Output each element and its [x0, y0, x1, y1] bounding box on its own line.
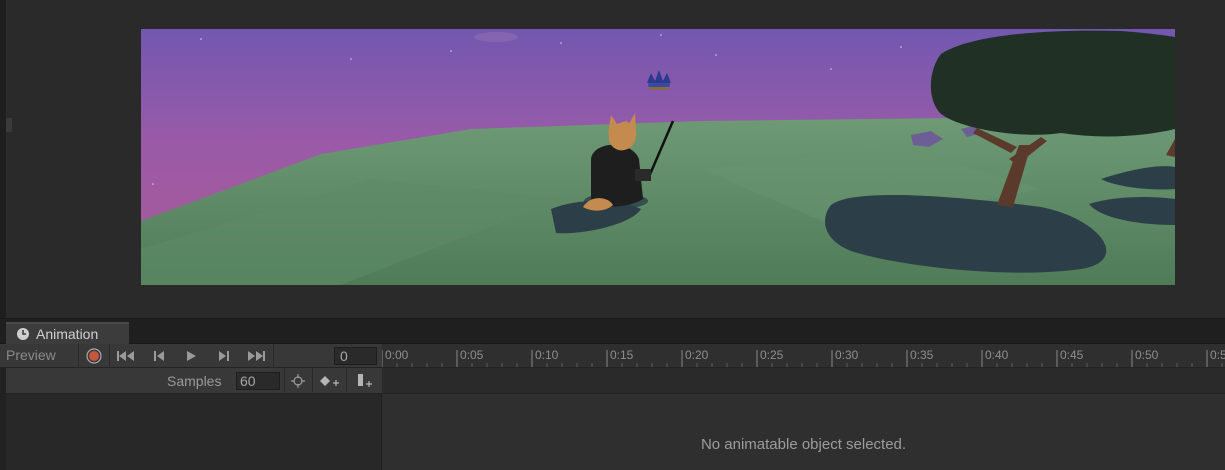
first-keyframe-button[interactable]: [115, 348, 137, 364]
timeline-label: 0:20: [685, 348, 709, 362]
dopesheet[interactable]: No animatable object selected.: [382, 394, 1225, 470]
record-icon: [86, 348, 102, 364]
first-keyframe-icon: [117, 351, 134, 361]
timeline-label: 0:50: [1135, 348, 1159, 362]
game-scene: [141, 29, 1175, 285]
playback-toolbar: Preview 0: [0, 344, 382, 368]
samples-field[interactable]: 60: [236, 372, 280, 390]
play-icon: [187, 351, 196, 361]
play-button[interactable]: [180, 348, 202, 364]
add-keyframe-icon: [320, 376, 339, 386]
timeline-ruler[interactable]: 0:00 0:05 0:10 0:15 0:20 0:25 0:30 0:35 0:40 0:45…: [382, 344, 1225, 368]
timeline-label: 0:10: [535, 348, 559, 362]
empty-state-message: No animatable object selected.: [700, 436, 907, 453]
filter-by-selection-button[interactable]: [287, 373, 309, 389]
current-frame-field[interactable]: 0: [334, 347, 377, 365]
toolbar-divider: [346, 368, 347, 392]
record-button[interactable]: [83, 348, 105, 364]
toolbar-divider: [78, 344, 79, 368]
toolbar-divider: [312, 368, 313, 392]
toolbar-divider: [273, 344, 274, 368]
preview-button[interactable]: Preview: [6, 347, 56, 363]
next-keyframe-button[interactable]: [213, 348, 235, 364]
timeline-label: 0:25: [760, 348, 784, 362]
last-keyframe-icon: [248, 351, 265, 361]
next-keyframe-icon: [219, 351, 229, 361]
samples-label: Samples: [167, 373, 222, 389]
samples-toolbar: Samples 60: [0, 368, 382, 394]
last-keyframe-button[interactable]: [245, 348, 267, 364]
filter-by-selection-icon: [291, 374, 305, 388]
add-keyframe-button[interactable]: [318, 373, 340, 389]
tab-animation-label: Animation: [36, 326, 99, 342]
toolbar-divider: [284, 368, 285, 392]
tab-bar: Animation: [0, 319, 1225, 344]
previous-keyframe-button[interactable]: [148, 348, 170, 364]
timeline-label: 0:5: [1210, 348, 1225, 362]
timeline-label: 0:30: [835, 348, 859, 362]
timeline-label: 0:45: [1060, 348, 1084, 362]
animation-panel: Animation Preview 0 0:00 0:05 0:10 0:15 …: [0, 318, 1225, 470]
timeline-label: 0:05: [460, 348, 484, 362]
timeline-label: 0:35: [910, 348, 934, 362]
toolbar-divider: [109, 344, 110, 368]
timeline-label: 0:15: [610, 348, 634, 362]
previous-keyframe-icon: [154, 351, 164, 361]
clock-icon: [17, 328, 29, 340]
event-track[interactable]: [382, 368, 1225, 394]
timeline-ruler-ticks: 0:00 0:05 0:10 0:15 0:20 0:25 0:30 0:35 0:40 0:45…: [382, 348, 1225, 367]
game-view: [0, 0, 1225, 318]
tab-animation[interactable]: Animation: [6, 322, 129, 344]
side-tab-handle: [6, 118, 12, 132]
property-list[interactable]: [6, 394, 382, 470]
add-event-icon: [358, 374, 372, 387]
timeline-label: 0:00: [385, 348, 409, 362]
add-event-button[interactable]: [353, 373, 375, 389]
timeline-label: 0:40: [985, 348, 1009, 362]
